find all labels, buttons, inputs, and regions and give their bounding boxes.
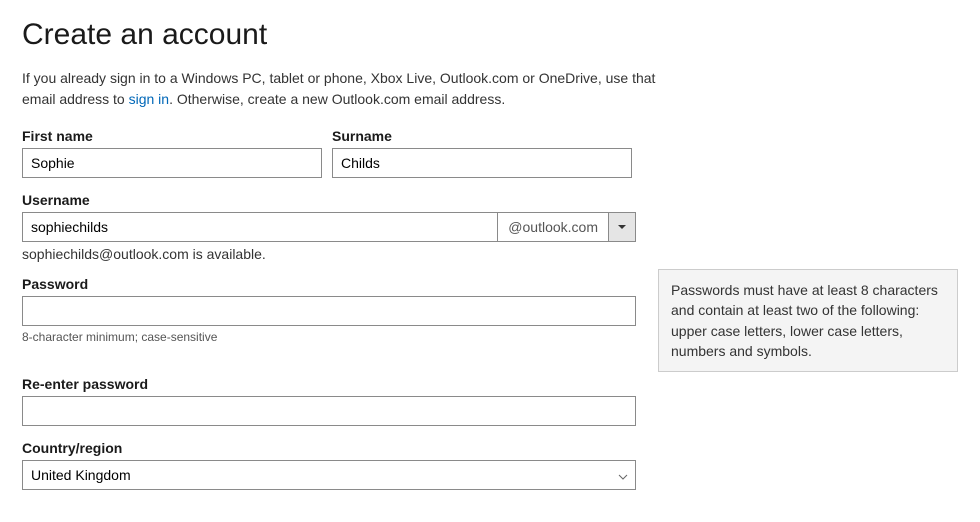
caret-down-icon	[618, 225, 626, 230]
domain-dropdown-button[interactable]	[608, 212, 636, 242]
reenter-password-label: Re-enter password	[22, 376, 958, 392]
first-name-input[interactable]	[22, 148, 322, 178]
intro-after: . Otherwise, create a new Outlook.com em…	[169, 91, 505, 107]
surname-input[interactable]	[332, 148, 632, 178]
username-input[interactable]	[22, 212, 498, 242]
country-region-label: Country/region	[22, 440, 958, 456]
reenter-password-input[interactable]	[22, 396, 636, 426]
username-label: Username	[22, 192, 958, 208]
first-name-label: First name	[22, 128, 322, 144]
username-availability-msg: sophiechilds@outlook.com is available.	[22, 246, 958, 262]
intro-text: If you already sign in to a Windows PC, …	[22, 68, 662, 110]
country-region-select[interactable]: United Kingdom	[22, 460, 636, 490]
username-group: @outlook.com	[22, 212, 636, 242]
page-title: Create an account	[22, 18, 958, 52]
surname-label: Surname	[332, 128, 632, 144]
password-tooltip: Passwords must have at least 8 character…	[658, 269, 958, 372]
domain-suffix: @outlook.com	[498, 212, 608, 242]
password-input[interactable]	[22, 296, 636, 326]
sign-in-link[interactable]: sign in	[129, 91, 169, 107]
